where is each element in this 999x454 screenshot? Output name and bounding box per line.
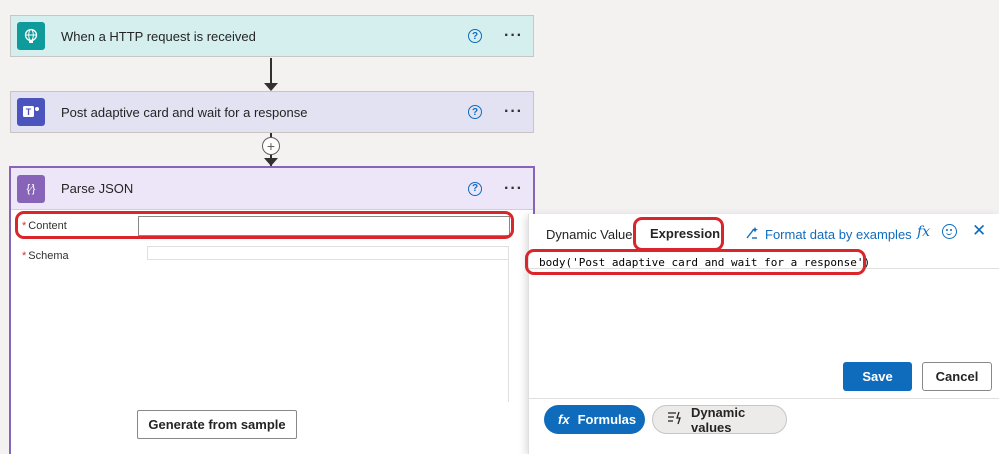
highlight-content-field bbox=[15, 211, 514, 239]
schema-editor[interactable] bbox=[147, 260, 509, 402]
format-data-link[interactable]: Format data by examples bbox=[745, 226, 912, 243]
parse-json-header[interactable]: {⁄} Parse JSON ? ··· bbox=[11, 168, 533, 210]
tab-dynamic-value[interactable]: Dynamic Value bbox=[546, 227, 632, 242]
highlight-expression-value bbox=[525, 249, 866, 275]
close-icon[interactable]: ✕ bbox=[972, 221, 986, 241]
highlight-expression-tab bbox=[633, 217, 724, 251]
save-button[interactable]: Save bbox=[843, 362, 912, 391]
add-step-plus-icon[interactable]: + bbox=[262, 137, 280, 155]
globe-icon bbox=[17, 22, 45, 50]
help-icon[interactable]: ? bbox=[468, 105, 483, 119]
connector-line bbox=[270, 58, 272, 86]
generate-from-sample-button[interactable]: Generate from sample bbox=[137, 410, 297, 439]
dynamic-values-icon bbox=[667, 411, 683, 428]
card-title: Post adaptive card and wait for a respon… bbox=[61, 104, 308, 120]
connector-arrow bbox=[264, 158, 278, 166]
wand-icon bbox=[745, 226, 759, 243]
formulas-toggle[interactable]: fx Formulas bbox=[544, 405, 645, 434]
more-options-icon[interactable]: ··· bbox=[504, 104, 523, 120]
dynamic-values-toggle[interactable]: Dynamic values bbox=[652, 405, 787, 435]
divider bbox=[529, 398, 999, 399]
svg-text:T: T bbox=[26, 107, 32, 117]
help-icon[interactable]: ? bbox=[468, 181, 483, 196]
teams-action-card[interactable]: T Post adaptive card and wait for a resp… bbox=[10, 91, 534, 133]
connector-arrow bbox=[264, 83, 278, 91]
card-title: When a HTTP request is received bbox=[61, 28, 256, 44]
card-title: Parse JSON bbox=[61, 181, 134, 196]
teams-icon: T bbox=[17, 98, 45, 126]
emoji-icon[interactable] bbox=[942, 224, 957, 239]
more-options-icon[interactable]: ··· bbox=[504, 180, 523, 197]
fx-icon[interactable]: fx bbox=[917, 224, 930, 240]
schema-input[interactable] bbox=[147, 246, 509, 260]
fx-icon: fx bbox=[558, 412, 570, 427]
help-icon[interactable]: ? bbox=[468, 29, 483, 43]
cancel-button[interactable]: Cancel bbox=[922, 362, 992, 391]
schema-label: * Schema bbox=[22, 250, 69, 262]
json-braces-icon: {⁄} bbox=[17, 174, 45, 203]
more-options-icon[interactable]: ··· bbox=[504, 28, 523, 44]
http-trigger-card[interactable]: When a HTTP request is received ? ··· bbox=[10, 15, 534, 57]
